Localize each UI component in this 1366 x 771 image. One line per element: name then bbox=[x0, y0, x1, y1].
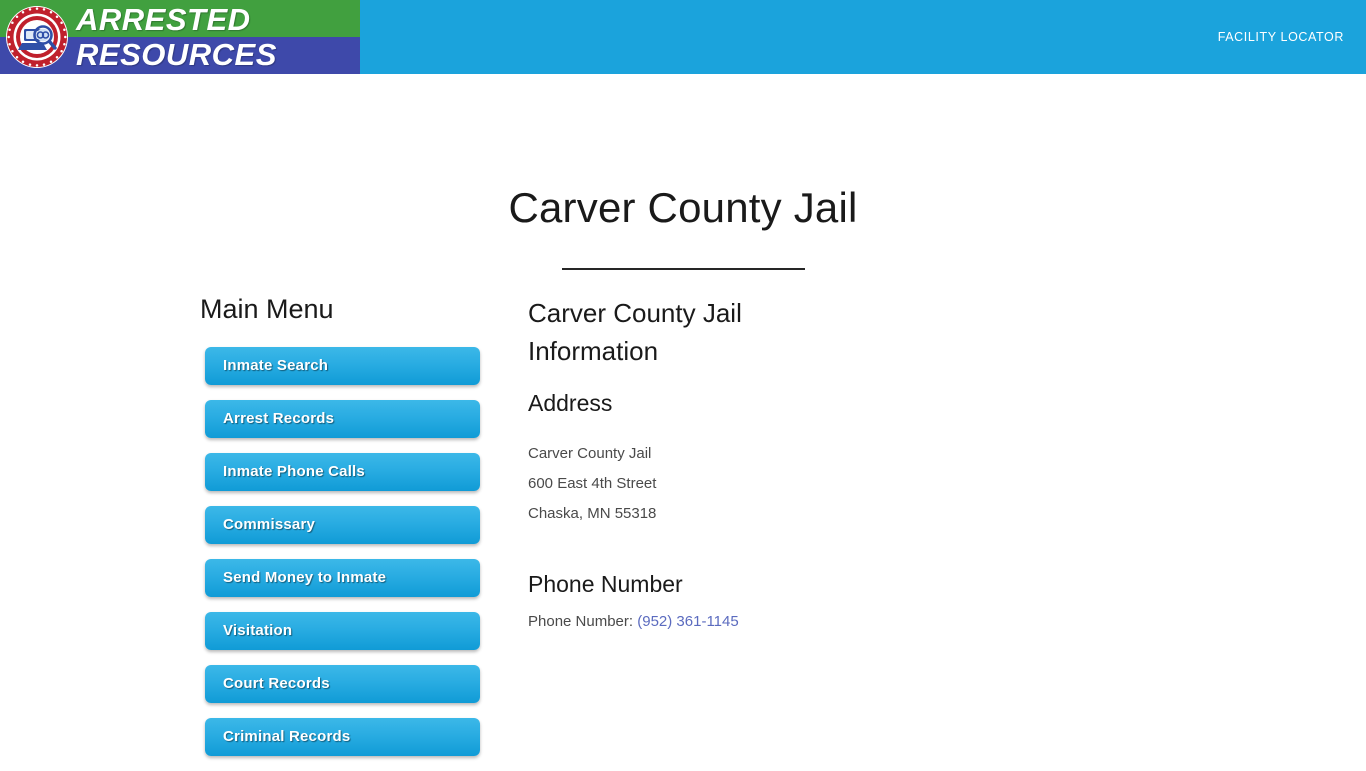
list-item: Inmate Search bbox=[205, 347, 500, 385]
list-item: Court Records bbox=[205, 665, 500, 703]
list-item: Arrest Records bbox=[205, 400, 500, 438]
main-menu-heading: Main Menu bbox=[200, 294, 334, 324]
address-heading: Address bbox=[528, 390, 613, 416]
facility-info-column: Carver County Jail Information Address C… bbox=[528, 294, 858, 630]
facility-address: Carver County Jail 600 East 4th Street C… bbox=[528, 439, 858, 529]
menu-button-visitation[interactable]: Visitation bbox=[205, 612, 480, 650]
menu-button-inmate-search[interactable]: Inmate Search bbox=[205, 347, 480, 385]
page-title: Carver County Jail bbox=[508, 184, 858, 231]
phone-number-link[interactable]: (952) 361-1145 bbox=[637, 613, 738, 630]
list-item: Criminal Records bbox=[205, 718, 500, 756]
menu-button-inmate-phone-calls[interactable]: Inmate Phone Calls bbox=[205, 453, 480, 491]
list-item: Inmate Phone Calls bbox=[205, 453, 500, 491]
list-item: Visitation bbox=[205, 612, 500, 650]
page-title-wrap: Carver County Jail bbox=[0, 74, 1366, 270]
header-nav: FACILITY LOCATOR bbox=[1218, 28, 1344, 46]
address-line-city-state-zip: Chaska, MN 55318 bbox=[528, 505, 657, 522]
nav-link-facility-locator[interactable]: FACILITY LOCATOR bbox=[1218, 30, 1344, 44]
menu-button-commissary[interactable]: Commissary bbox=[205, 506, 480, 544]
title-divider bbox=[561, 268, 805, 270]
page-content: Carver County Jail Main Menu Inmate Sear… bbox=[0, 74, 1366, 756]
address-line-name: Carver County Jail bbox=[528, 445, 652, 462]
brand-line-arrested: ARRESTED bbox=[76, 2, 251, 37]
main-menu-column: Main Menu Inmate Search Arrest Records I… bbox=[200, 294, 500, 771]
main-menu-list: Inmate Search Arrest Records Inmate Phon… bbox=[200, 347, 500, 756]
menu-button-court-records[interactable]: Court Records bbox=[205, 665, 480, 703]
menu-button-arrest-records[interactable]: Arrest Records bbox=[205, 400, 480, 438]
arrested-resources-seal-icon bbox=[5, 5, 69, 69]
list-item: Send Money to Inmate bbox=[205, 559, 500, 597]
brand-line-resources: RESOURCES bbox=[76, 37, 277, 72]
list-item: Commissary bbox=[205, 506, 500, 544]
brand-wordmark: ARRESTED RESOURCES bbox=[76, 0, 360, 74]
address-line-street: 600 East 4th Street bbox=[528, 475, 657, 492]
facility-info-heading: Carver County Jail Information bbox=[528, 298, 742, 366]
brand-logo-block[interactable]: ARRESTED RESOURCES bbox=[0, 0, 360, 74]
phone-number-line: Phone Number: (952) 361-1145 bbox=[528, 613, 858, 630]
phone-number-heading: Phone Number bbox=[528, 571, 683, 597]
site-header: ARRESTED RESOURCES FACILITY LOCATOR bbox=[0, 0, 1366, 74]
phone-number-label: Phone Number: bbox=[528, 613, 634, 630]
menu-button-send-money-to-inmate[interactable]: Send Money to Inmate bbox=[205, 559, 480, 597]
menu-button-criminal-records[interactable]: Criminal Records bbox=[205, 718, 480, 756]
